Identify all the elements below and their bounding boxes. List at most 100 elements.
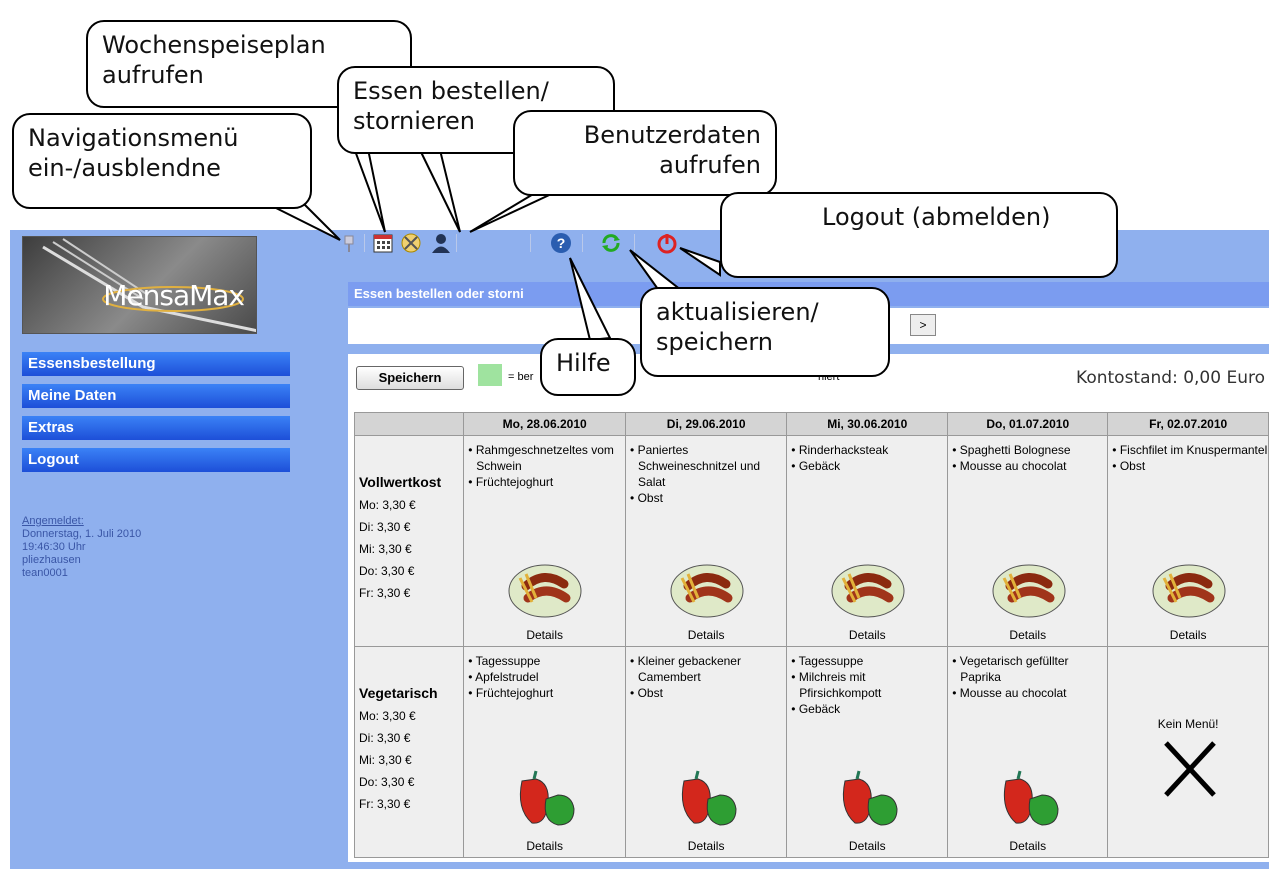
day-header: Di, 29.06.2010 <box>625 412 788 436</box>
meal-plate-image <box>508 564 582 618</box>
order-panel: Speichern = ber niert Kontostand: 0,00 E… <box>348 354 1269 862</box>
price-label: Mi: 3,30 € <box>359 542 412 556</box>
price-label: Do: 3,30 € <box>359 775 415 789</box>
price-label: Fr: 3,30 € <box>359 586 411 600</box>
meal-cell[interactable]: Vegetarisch gefüllter PaprikaMousse au c… <box>947 646 1109 858</box>
price-label: Di: 3,30 € <box>359 731 411 745</box>
callout-benutzer: Benutzerdaten aufrufen <box>513 110 777 196</box>
details-link[interactable]: Details <box>464 628 625 642</box>
no-menu-cutlery-icon <box>1164 741 1217 797</box>
help-icon[interactable]: ? <box>550 232 572 254</box>
dish-item: Spaghetti Bolognese <box>952 442 1107 458</box>
vegetable-image <box>681 770 737 826</box>
meal-cell[interactable]: TagessuppeMilchreis mit PfirsichkompottG… <box>786 646 949 858</box>
save-button[interactable]: Speichern <box>356 366 464 390</box>
meal-cell[interactable]: Paniertes Schweineschnitzel und SalatObs… <box>625 435 788 647</box>
dish-item: Früchtejoghurt <box>468 474 625 490</box>
calendar-icon[interactable] <box>372 232 394 254</box>
callout-logout: Logout (abmelden) <box>720 192 1118 278</box>
dish-list: Vegetarisch gefüllter PaprikaMousse au c… <box>952 653 1107 701</box>
dish-item: Rahmgeschnetzeltes vom Schwein <box>468 442 625 474</box>
dish-list: RinderhacksteakGebäck <box>791 442 947 474</box>
sidebar: MensaMax Essensbestellung Meine Daten Ex… <box>10 230 328 869</box>
dish-item: Milchreis mit Pfirsichkompott <box>791 669 947 701</box>
cutlery-icon[interactable] <box>400 232 422 254</box>
login-heading: Angemeldet: <box>22 515 84 527</box>
legend-ordered-swatch <box>478 364 502 386</box>
meal-cell[interactable]: Rahmgeschnetzeltes vom SchweinFrüchtejog… <box>463 435 627 647</box>
mensamax-logo: MensaMax <box>22 236 257 334</box>
details-link[interactable]: Details <box>626 628 786 642</box>
dish-item: Tagessuppe <box>468 653 625 669</box>
menu-line-name: Vegetarisch <box>359 685 438 701</box>
sidebar-item-extras[interactable]: Extras <box>22 416 290 440</box>
sidebar-item-logout[interactable]: Logout <box>22 448 290 472</box>
details-link[interactable]: Details <box>626 839 786 853</box>
dish-item: Mousse au chocolat <box>952 458 1107 474</box>
details-link[interactable]: Details <box>464 839 625 853</box>
no-menu-text: Kein Menü! <box>1157 717 1219 731</box>
price-label: Mo: 3,30 € <box>359 709 416 723</box>
dish-item: Obst <box>630 490 786 506</box>
login-place: pliezhausen <box>22 554 81 566</box>
account-balance: Kontostand: 0,00 Euro <box>1076 368 1265 388</box>
next-week-button[interactable]: > <box>910 314 936 336</box>
power-icon[interactable] <box>656 232 678 254</box>
sidebar-item-essensbestellung[interactable]: Essensbestellung <box>22 352 290 376</box>
logo-text: MensaMax <box>103 279 245 312</box>
dish-item: Fischfilet im Knuspermantel <box>1112 442 1268 458</box>
details-link[interactable]: Details <box>948 839 1107 853</box>
menu-line-header: Vegetarisch Mo: 3,30 € Di: 3,30 € Mi: 3,30 … <box>353 646 465 858</box>
legend-ordered-text: = ber <box>508 371 534 383</box>
login-time: 19:46:30 Uhr <box>22 541 86 553</box>
meal-plate-image <box>992 564 1066 618</box>
table-row: Vollwertkost Mo: 3,30 € Di: 3,30 € Mi: 3,30… <box>353 435 1269 647</box>
menu-line-name: Vollwertkost <box>359 474 442 490</box>
price-label: Do: 3,30 € <box>359 564 415 578</box>
meal-cell[interactable]: RinderhacksteakGebäck Details <box>786 435 949 647</box>
details-link[interactable]: Details <box>1108 628 1268 642</box>
vegetable-image <box>1004 770 1059 826</box>
day-header: Do, 01.07.2010 <box>947 412 1109 436</box>
vegetable-image <box>843 770 898 826</box>
meal-cell[interactable]: Fischfilet im KnuspermantelObst Details <box>1107 435 1269 647</box>
dish-item: Gebäck <box>791 458 947 474</box>
meal-plate-image <box>831 564 905 618</box>
dish-list: Rahmgeschnetzeltes vom SchweinFrüchtejog… <box>468 442 625 490</box>
pin-icon[interactable] <box>338 232 360 254</box>
menu-line-header: Vollwertkost Mo: 3,30 € Di: 3,30 € Mi: 3,30… <box>353 435 465 647</box>
dish-item: Apfelstrudel <box>468 669 625 685</box>
dish-item: Paniertes Schweineschnitzel und Salat <box>630 442 786 490</box>
sidebar-item-meine-daten[interactable]: Meine Daten <box>22 384 290 408</box>
login-date: Donnerstag, 1. Juli 2010 <box>22 528 142 540</box>
table-corner <box>353 412 465 436</box>
table-header-row: Mo, 28.06.2010 Di, 29.06.2010 Mi, 30.06.… <box>353 412 1269 436</box>
dish-item: Vegetarisch gefüllter Paprika <box>952 653 1107 685</box>
dish-list: Spaghetti BologneseMousse au chocolat <box>952 442 1107 474</box>
refresh-icon[interactable] <box>600 232 622 254</box>
dish-list: Fischfilet im KnuspermantelObst <box>1112 442 1268 474</box>
dish-item: Mousse au chocolat <box>952 685 1107 701</box>
dish-item: Gebäck <box>791 701 947 717</box>
meal-cell[interactable]: Spaghetti BologneseMousse au chocolat Det… <box>947 435 1109 647</box>
details-link[interactable]: Details <box>948 628 1107 642</box>
dish-list: TagessuppeMilchreis mit PfirsichkompottG… <box>791 653 947 717</box>
details-link[interactable]: Details <box>787 839 947 853</box>
dish-item: Kleiner gebackener Camembert <box>630 653 786 685</box>
day-header: Fr, 02.07.2010 <box>1107 412 1269 436</box>
callout-navigation: Navigationsmenü ein-/ausblendne <box>12 113 312 209</box>
details-link[interactable]: Details <box>787 628 947 642</box>
login-info: Angemeldet: Donnerstag, 1. Juli 2010 19:… <box>22 515 141 580</box>
user-icon[interactable] <box>430 232 452 254</box>
vegetable-image <box>520 770 575 826</box>
dish-item: Obst <box>1112 458 1268 474</box>
day-header: Mo, 28.06.2010 <box>463 412 627 436</box>
price-label: Mo: 3,30 € <box>359 498 416 512</box>
price-label: Di: 3,30 € <box>359 520 411 534</box>
dish-list: Paniertes Schweineschnitzel und SalatObs… <box>630 442 786 506</box>
login-user: tean0001 <box>22 567 68 579</box>
meal-cell[interactable]: Kein Menü! <box>1107 646 1269 858</box>
meal-cell[interactable]: Kleiner gebackener CamembertObst Details <box>625 646 788 858</box>
dish-item: Obst <box>630 685 786 701</box>
meal-cell[interactable]: TagessuppeApfelstrudelFrüchtejoghurt Deta… <box>463 646 627 858</box>
